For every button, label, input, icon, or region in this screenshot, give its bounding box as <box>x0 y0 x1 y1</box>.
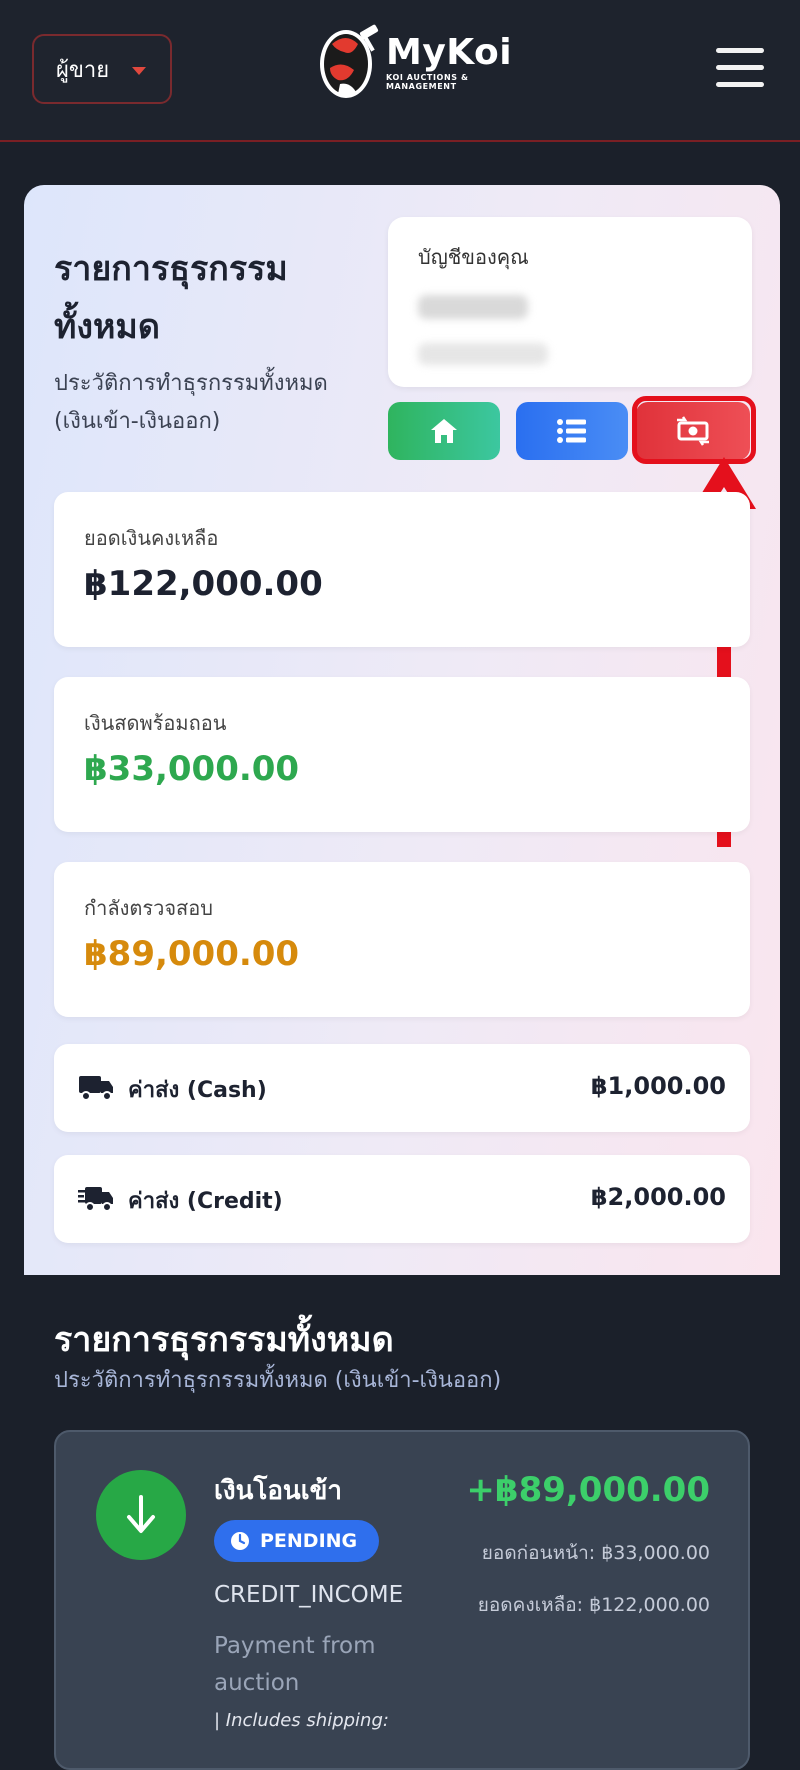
list-icon <box>557 419 586 443</box>
balance-label: กำลังตรวจสอบ <box>84 896 213 920</box>
shipping-cash-card: ค่าส่ง (Cash) ฿1,000.00 <box>54 1044 750 1132</box>
balance-card-total: ยอดเงินคงเหลือ ฿122,000.00 <box>54 492 750 647</box>
shipping-label: ค่าส่ง (Credit) <box>128 1189 283 1214</box>
account-id-blurred <box>418 343 548 365</box>
transaction-type: CREDIT_INCOME <box>214 1582 404 1608</box>
home-button[interactable] <box>388 402 500 460</box>
hamburger-menu-icon[interactable] <box>716 48 764 92</box>
balance-value: ฿33,000.00 <box>84 749 300 789</box>
page-title: รายการธุรกรรมทั้งหมด <box>54 249 288 347</box>
app-logo[interactable]: MyKoi KOI AUCTIONS & MANAGEMENT <box>316 22 512 102</box>
page-subtitle: ประวัติการทำธุรกรรมทั้งหมด (เงินเข้า-เงิ… <box>54 371 328 434</box>
transaction-amount: +฿89,000.00 <box>466 1470 710 1510</box>
balance-label: เงินสดพร้อมถอน <box>84 711 227 735</box>
truck-icon <box>79 1076 113 1101</box>
transactions-section-title: รายการธุรกรรมทั้งหมด <box>54 1320 394 1360</box>
account-card: บัญชีของคุณ <box>388 217 752 387</box>
status-text: PENDING <box>260 1530 358 1552</box>
role-select-value: ผู้ขาย <box>56 57 110 83</box>
shipping-label: ค่าส่ง (Cash) <box>128 1078 267 1103</box>
transaction-note: | Includes shipping: <box>214 1710 389 1731</box>
account-name-blurred <box>418 295 528 319</box>
balance-value: ฿122,000.00 <box>84 564 323 604</box>
logo-tagline: KOI AUCTIONS & MANAGEMENT <box>386 73 469 91</box>
balance-value: ฿89,000.00 <box>84 934 300 974</box>
arrow-down-icon <box>96 1470 186 1560</box>
shipping-amount: ฿1,000.00 <box>590 1072 726 1100</box>
home-icon <box>431 419 457 443</box>
status-badge: PENDING <box>214 1520 380 1562</box>
transactions-section-subtitle: ประวัติการทำธุรกรรมทั้งหมด (เงินเข้า-เงิ… <box>54 1368 502 1393</box>
balance-after: ยอดคงเหลือ: ฿122,000.00 <box>477 1594 710 1616</box>
koi-logo-icon <box>320 24 379 98</box>
top-bar: ผู้ขาย MyKoi KOI AUCTIONS & MANAGEMENT <box>0 0 800 142</box>
logo-name: MyKoi <box>386 32 513 73</box>
shipping-credit-card: ค่าส่ง (Credit) ฿2,000.00 <box>54 1155 750 1243</box>
transaction-card[interactable]: เงินโอนเข้า PENDING CREDIT_INCOME Paymen… <box>54 1430 750 1770</box>
balance-label: ยอดเงินคงเหลือ <box>84 526 219 550</box>
transaction-list-button[interactable] <box>516 402 628 460</box>
account-label: บัญชีของคุณ <box>418 245 529 269</box>
balance-card-withdrawable: เงินสดพร้อมถอน ฿33,000.00 <box>54 677 750 832</box>
summary-panel: รายการธุรกรรมทั้งหมด ประวัติการทำธุรกรรม… <box>24 185 780 1275</box>
balance-card-pending: กำลังตรวจสอบ ฿89,000.00 <box>54 862 750 1017</box>
transaction-description: Payment from auction <box>214 1633 376 1696</box>
clock-icon <box>231 1532 249 1550</box>
transaction-title: เงินโอนเข้า <box>214 1476 342 1506</box>
caret-down-icon <box>132 67 146 75</box>
role-select[interactable]: ผู้ขาย <box>32 34 172 104</box>
shipping-amount: ฿2,000.00 <box>590 1183 726 1211</box>
fast-truck-icon <box>78 1187 113 1212</box>
balance-before: ยอดก่อนหน้า: ฿33,000.00 <box>481 1542 710 1564</box>
